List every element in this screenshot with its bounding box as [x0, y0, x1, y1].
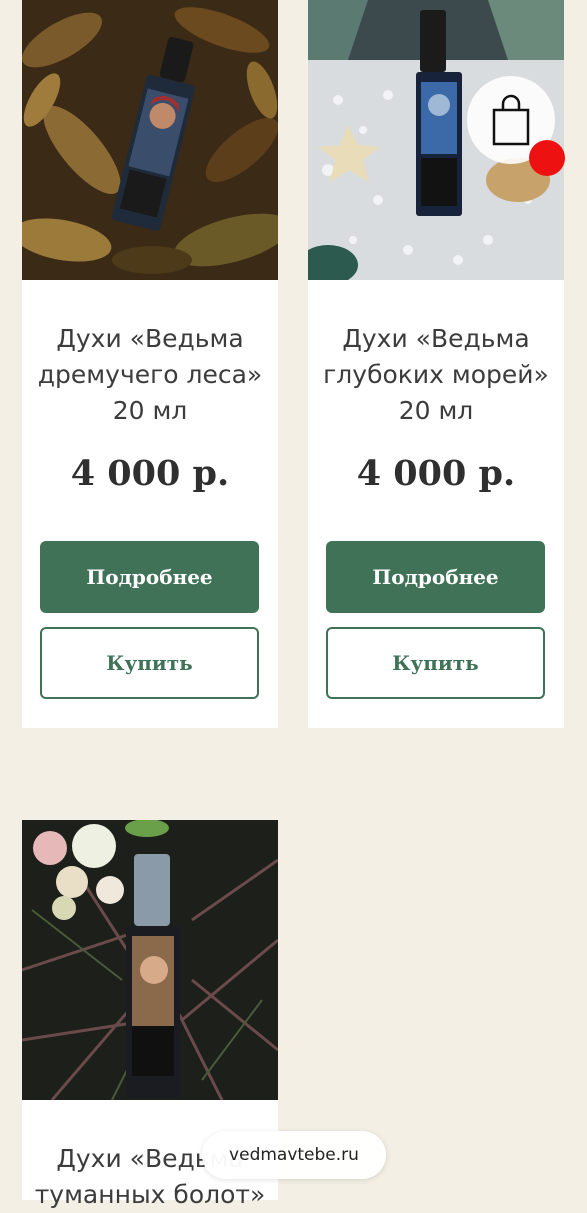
product-price: 4 000 р.	[70, 453, 230, 494]
shopping-bag-icon	[492, 94, 530, 146]
product-image[interactable]	[22, 0, 278, 280]
product-title[interactable]: Духи «Ведьма дремучего леса» 20 мл	[22, 321, 278, 429]
buy-button[interactable]: Купить	[326, 627, 545, 699]
details-button[interactable]: Подробнее	[40, 541, 259, 613]
url-bar[interactable]: vedmavtebe.ru	[202, 1131, 386, 1179]
cart-badge	[529, 140, 565, 176]
product-image[interactable]	[22, 820, 278, 1100]
product-card: Духи «Ведьма дремучего леса» 20 мл 4 000…	[22, 0, 278, 728]
details-button[interactable]: Подробнее	[326, 541, 545, 613]
product-title[interactable]: Духи «Ведьма глубоких морей» 20 мл	[308, 321, 564, 429]
product-price: 4 000 р.	[356, 453, 516, 494]
buy-button[interactable]: Купить	[40, 627, 259, 699]
